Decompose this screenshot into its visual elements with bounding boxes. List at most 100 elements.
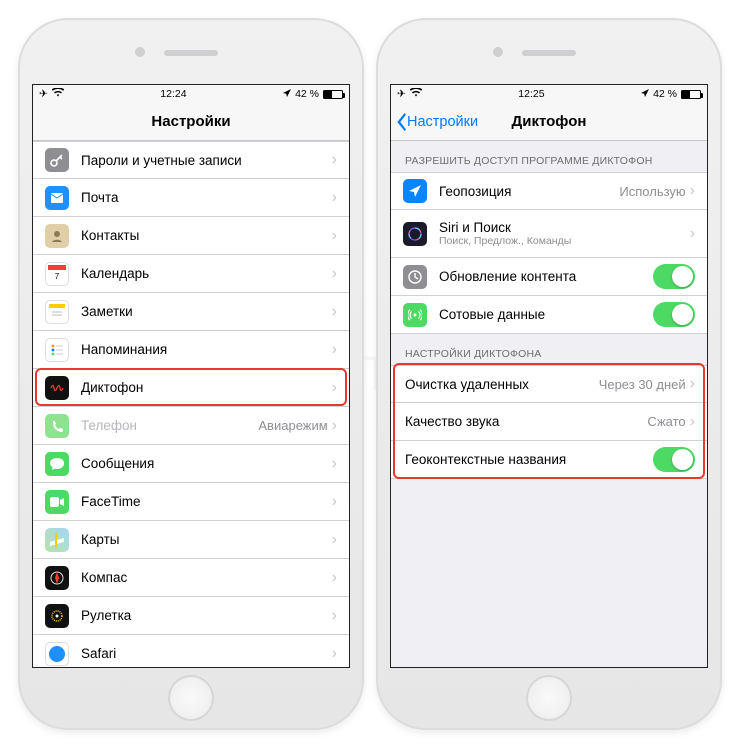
settings-row-диктофон[interactable]: Диктофон›: [33, 369, 349, 407]
settings-row-телефон[interactable]: ТелефонАвиарежим ›: [33, 407, 349, 445]
settings-row-карты[interactable]: Карты›: [33, 521, 349, 559]
navbar: Настройки: [33, 103, 349, 141]
settings-row-напоминания[interactable]: Напоминания›: [33, 331, 349, 369]
settings-row-заметки[interactable]: Заметки›: [33, 293, 349, 331]
speaker-grill: [164, 50, 218, 56]
chevron-right-icon: ›: [332, 190, 337, 206]
wifi-icon: [52, 88, 64, 100]
settings-row-рулетка[interactable]: Рулетка›: [33, 597, 349, 635]
row-value: Использую: [619, 184, 685, 199]
row-label: Safari: [81, 646, 332, 661]
page-title: Диктофон: [512, 113, 587, 130]
row-label: Контакты: [81, 228, 332, 243]
iphone-left: ✈︎ 12:24 42 % Настройки Пароли и учетные…: [18, 18, 364, 730]
row-label: Геоконтекстные названия: [405, 452, 653, 467]
front-camera: [135, 47, 145, 57]
chevron-right-icon: ›: [332, 418, 337, 434]
chevron-right-icon: ›: [332, 266, 337, 282]
chevron-right-icon: ›: [332, 380, 337, 396]
row-label: Геопозиция: [439, 184, 511, 199]
row-value: Через 30 дней: [599, 377, 686, 392]
settings-row-пароли-и-учетные-записи[interactable]: Пароли и учетные записи›: [33, 141, 349, 179]
row-label: Очистка удаленных: [405, 377, 599, 392]
home-button[interactable]: [168, 675, 214, 721]
row-value: Сжато: [647, 414, 685, 429]
voice-memo-settings: РАЗРЕШИТЬ ДОСТУП ПРОГРАММЕ ДИКТОФОН Геоп…: [391, 141, 707, 479]
chevron-right-icon: ›: [332, 608, 337, 624]
row-label: Сообщения: [81, 456, 332, 471]
chevron-right-icon: ›: [332, 304, 337, 320]
screen-right: ✈︎ 12:25 42 % Настройки Диктофон РА: [390, 84, 708, 668]
settings-row-почта[interactable]: Почта›: [33, 179, 349, 217]
settings-row-сообщения[interactable]: Сообщения›: [33, 445, 349, 483]
status-time: 12:25: [518, 88, 544, 100]
row-label: Рулетка: [81, 608, 332, 623]
status-bar: ✈︎ 12:25 42 %: [391, 85, 707, 103]
airplane-icon: ✈︎: [397, 88, 406, 100]
back-button[interactable]: Настройки: [395, 103, 478, 140]
home-button[interactable]: [526, 675, 572, 721]
row-label: Диктофон: [81, 380, 332, 395]
chevron-right-icon: ›: [332, 570, 337, 586]
settings-row-календарь[interactable]: 7 Календарь›: [33, 255, 349, 293]
row-label: Телефон: [81, 418, 258, 433]
chevron-right-icon: ›: [690, 183, 695, 199]
memo-setting-качество-звука[interactable]: Качество звукаСжато›: [391, 403, 707, 441]
back-label: Настройки: [407, 114, 478, 130]
svg-text:7: 7: [55, 272, 60, 281]
settings-row-контакты[interactable]: Контакты›: [33, 217, 349, 255]
row-subtitle: Поиск, Предлож., Команды: [439, 235, 571, 247]
section-header-memosettings: НАСТРОЙКИ ДИКТОФОНА: [391, 334, 707, 365]
chevron-right-icon: ›: [332, 456, 337, 472]
chevron-right-icon: ›: [332, 494, 337, 510]
toggle-switch[interactable]: [653, 447, 695, 472]
access-row-обновление-контента[interactable]: Обновление контента: [391, 258, 707, 296]
front-camera: [493, 47, 503, 57]
memo-setting-геоконтекстные-названия[interactable]: Геоконтекстные названия: [391, 441, 707, 479]
battery-icon: [323, 90, 343, 99]
chevron-right-icon: ›: [690, 226, 695, 242]
row-label: Качество звука: [405, 414, 647, 429]
access-row-геопозиция[interactable]: Геопозиция Использую ›: [391, 172, 707, 210]
row-label: Карты: [81, 532, 332, 547]
status-bar: ✈︎ 12:24 42 %: [33, 85, 349, 103]
location-icon: [283, 88, 291, 100]
battery-text: 42 %: [653, 88, 677, 100]
row-label: Компас: [81, 570, 332, 585]
chevron-right-icon: ›: [332, 646, 337, 662]
chevron-right-icon: ›: [332, 228, 337, 244]
location-icon: [641, 88, 649, 100]
chevron-right-icon: ›: [332, 152, 337, 168]
section-header-access: РАЗРЕШИТЬ ДОСТУП ПРОГРАММЕ ДИКТОФОН: [391, 141, 707, 172]
toggle-switch[interactable]: [653, 264, 695, 289]
battery-text: 42 %: [295, 88, 319, 100]
row-label: Обновление контента: [439, 269, 576, 284]
airplane-icon: ✈︎: [39, 88, 48, 100]
row-label: Пароли и учетные записи: [81, 153, 332, 168]
speaker-grill: [522, 50, 576, 56]
row-label: Siri и Поиск: [439, 220, 571, 235]
row-label: Почта: [81, 190, 332, 205]
memo-setting-очистка-удаленных[interactable]: Очистка удаленныхЧерез 30 дней ›: [391, 365, 707, 403]
navbar: Настройки Диктофон: [391, 103, 707, 141]
settings-row-facetime[interactable]: FaceTime›: [33, 483, 349, 521]
screen-left: ✈︎ 12:24 42 % Настройки Пароли и учетные…: [32, 84, 350, 668]
settings-row-safari[interactable]: Safari›: [33, 635, 349, 668]
chevron-right-icon: ›: [332, 342, 337, 358]
chevron-right-icon: ›: [332, 532, 337, 548]
toggle-switch[interactable]: [653, 302, 695, 327]
row-value: Авиарежим: [258, 418, 327, 433]
status-time: 12:24: [160, 88, 186, 100]
row-label: Напоминания: [81, 342, 332, 357]
page-title: Настройки: [151, 113, 230, 130]
access-row-сотовые-данные[interactable]: Сотовые данные: [391, 296, 707, 334]
row-label: FaceTime: [81, 494, 332, 509]
chevron-right-icon: ›: [690, 376, 695, 392]
settings-list: Пароли и учетные записи›Почта›Контакты›7…: [33, 141, 349, 668]
access-row-siri-и-поиск[interactable]: Siri и ПоискПоиск, Предлож., Команды ›: [391, 210, 707, 258]
wifi-icon: [410, 88, 422, 100]
settings-row-компас[interactable]: Компас›: [33, 559, 349, 597]
row-label: Календарь: [81, 266, 332, 281]
iphone-right: ✈︎ 12:25 42 % Настройки Диктофон РА: [376, 18, 722, 730]
row-label: Сотовые данные: [439, 307, 545, 322]
